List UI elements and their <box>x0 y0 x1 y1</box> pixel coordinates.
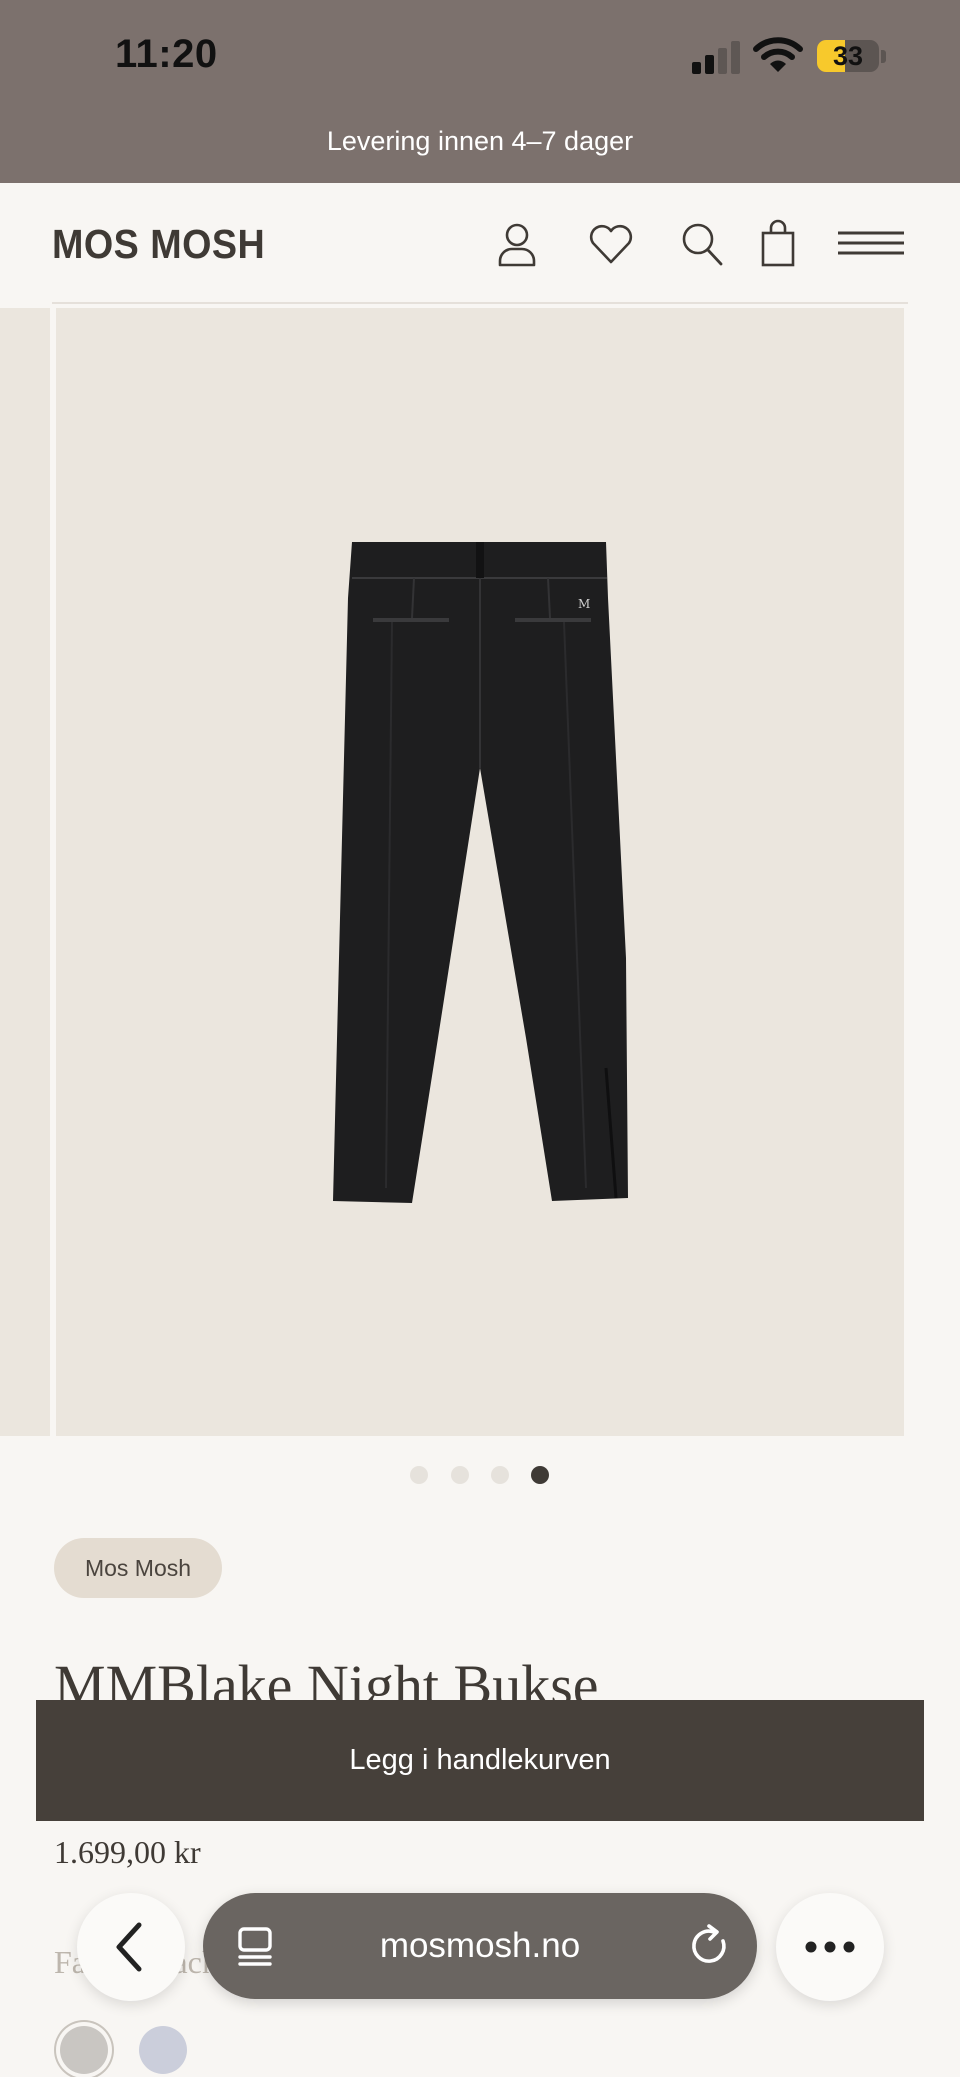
menu-icon[interactable] <box>836 219 906 269</box>
header-divider <box>52 302 908 304</box>
reload-icon[interactable] <box>687 1923 733 1969</box>
site-header: MOS MOSH <box>0 183 960 303</box>
brand-logo[interactable]: MOS MOSH <box>52 221 265 268</box>
search-icon[interactable] <box>677 219 727 269</box>
back-icon <box>116 1922 142 1972</box>
battery-level: 33 <box>832 41 864 71</box>
brand-tag[interactable]: Mos Mosh <box>54 1538 222 1598</box>
url-text[interactable]: mosmosh.no <box>203 1893 757 1999</box>
top-band: 11:20 33 Levering innen 4–7 dager <box>0 0 960 183</box>
account-icon[interactable] <box>492 219 542 269</box>
delivery-announcement: Levering innen 4–7 dager <box>326 126 634 156</box>
browser-back-button[interactable] <box>77 1893 185 2001</box>
browser-more-button[interactable] <box>776 1893 884 2001</box>
gallery-dots <box>0 1466 960 1486</box>
wifi-icon <box>753 37 803 72</box>
battery-tip <box>881 50 886 63</box>
gallery-previous-image[interactable] <box>0 308 50 1436</box>
gallery-dot-1[interactable] <box>410 1466 428 1484</box>
color-swatch[interactable] <box>139 2026 187 2074</box>
product-image[interactable]: M <box>56 308 904 1436</box>
status-time: 11:20 <box>115 32 218 76</box>
gallery-dot-2[interactable] <box>451 1466 469 1484</box>
more-icon <box>805 1941 855 1953</box>
wishlist-heart-icon[interactable] <box>586 219 636 269</box>
svg-text:M: M <box>578 597 590 611</box>
color-swatch-selected[interactable] <box>60 2026 108 2074</box>
trousers-image: M <box>333 542 628 1203</box>
shopping-bag-icon[interactable] <box>753 219 803 269</box>
product-price: 1.699,00 kr <box>54 1834 201 1870</box>
add-to-cart-button[interactable]: Legg i handlekurven <box>36 1700 924 1821</box>
gallery-dot-4[interactable] <box>531 1466 549 1484</box>
battery-indicator: 33 <box>817 40 879 72</box>
address-bar[interactable]: mosmosh.no <box>203 1893 757 1999</box>
cellular-signal-icon <box>692 41 740 74</box>
gallery-dot-3[interactable] <box>491 1466 509 1484</box>
